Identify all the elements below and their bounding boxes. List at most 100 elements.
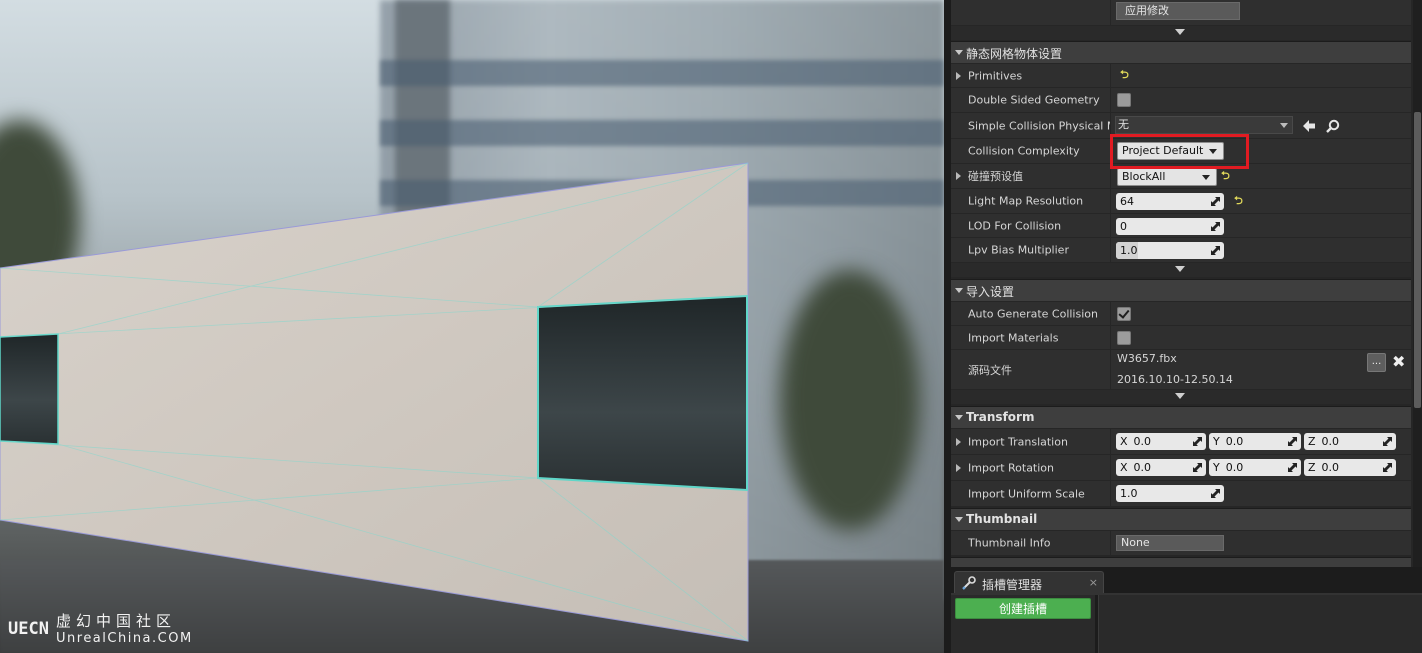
wall-window-right xyxy=(537,294,748,492)
drag-resize-icon xyxy=(1211,246,1220,255)
section-import-settings[interactable]: 导入设置 xyxy=(951,279,1411,301)
section-transform[interactable]: Transform xyxy=(951,406,1411,428)
apply-changes-button[interactable]: 应用修改 xyxy=(1116,2,1240,20)
axis-z-label: Z xyxy=(1308,461,1316,474)
row-import-materials: Import Materials xyxy=(951,326,1411,350)
details-scrollbar-thumb[interactable] xyxy=(1414,112,1421,408)
drag-resize-icon xyxy=(1193,437,1202,446)
row-lpv-bias: Lpv Bias Multiplier 1.0 xyxy=(951,238,1411,263)
row-import-translation: Import Translation X 0.0 Y 0.0 Z 0.0 xyxy=(951,429,1411,455)
translation-y-input[interactable]: Y 0.0 xyxy=(1209,433,1301,450)
chevron-down-icon xyxy=(1175,29,1185,35)
collision-preset-label: 碰撞预设值 xyxy=(968,170,1023,183)
chevron-down-icon xyxy=(1175,266,1185,272)
column-separator xyxy=(1110,326,1111,349)
collision-preset-dropdown[interactable]: BlockAll xyxy=(1117,168,1217,186)
lpv-bias-value: 1.0 xyxy=(1120,244,1138,257)
double-sided-checkbox[interactable] xyxy=(1117,93,1131,107)
section-static-mesh-settings[interactable]: 静态网格物体设置 xyxy=(951,41,1411,63)
section-title: 静态网格物体设置 xyxy=(966,47,1063,61)
section-thumbnail[interactable]: Thumbnail xyxy=(951,508,1411,530)
translation-x-input[interactable]: X 0.0 xyxy=(1116,433,1206,450)
browse-file-button[interactable]: ... xyxy=(1367,353,1386,372)
collapse-arrow-icon xyxy=(955,415,963,420)
axis-x-label: X xyxy=(1120,461,1128,474)
lod-collision-input[interactable]: 0 xyxy=(1116,218,1224,235)
axis-x-label: X xyxy=(1120,435,1128,448)
axis-y-label: Y xyxy=(1213,461,1220,474)
socket-icon xyxy=(962,576,976,590)
column-separator xyxy=(1110,238,1111,262)
reset-to-default-icon[interactable]: ⮌ xyxy=(1120,69,1130,80)
rotation-x-input[interactable]: X 0.0 xyxy=(1116,459,1206,476)
chevron-down-icon xyxy=(1280,123,1288,128)
source-file-name: W3657.fbx xyxy=(1117,352,1177,365)
expand-arrow-icon[interactable] xyxy=(956,437,961,446)
light-map-input[interactable]: 64 xyxy=(1116,193,1224,210)
row-import-uniform-scale: Import Uniform Scale 1.0 xyxy=(951,481,1411,507)
row-light-map-resolution: Light Map Resolution 64 ⮌ xyxy=(951,189,1411,214)
simple-collision-value: 无 xyxy=(1118,118,1129,131)
drag-resize-icon xyxy=(1383,437,1392,446)
section-collision-partial[interactable] xyxy=(951,557,1411,567)
section-title: 导入设置 xyxy=(966,285,1015,299)
rotation-y-input[interactable]: Y 0.0 xyxy=(1209,459,1301,476)
lod-collision-value: 0 xyxy=(1120,220,1127,233)
column-separator xyxy=(1110,88,1111,112)
rotation-z-input[interactable]: Z 0.0 xyxy=(1304,459,1396,476)
advanced-expander[interactable] xyxy=(951,390,1411,404)
reset-to-default-icon[interactable]: ⮌ xyxy=(1234,195,1244,206)
drag-resize-icon xyxy=(1211,222,1220,231)
simple-collision-dropdown[interactable]: 无 xyxy=(1115,116,1293,134)
watermark-cn: 虚幻中国社区 xyxy=(56,612,177,630)
column-separator xyxy=(1110,350,1111,389)
column-separator xyxy=(1110,189,1111,213)
section-title: Transform xyxy=(966,410,1035,424)
translation-z-input[interactable]: Z 0.0 xyxy=(1304,433,1396,450)
chevron-down-icon xyxy=(1202,175,1210,180)
section-title: Thumbnail xyxy=(966,512,1038,526)
double-sided-label: Double Sided Geometry xyxy=(968,93,1100,107)
advanced-expander[interactable] xyxy=(951,263,1411,277)
lpv-bias-slider[interactable]: 1.0 xyxy=(1116,242,1224,259)
uniform-scale-value: 1.0 xyxy=(1120,487,1138,500)
use-selected-arrow-icon[interactable] xyxy=(1301,118,1317,134)
collapse-arrow-icon xyxy=(955,50,963,55)
create-socket-button[interactable]: 创建插槽 xyxy=(955,598,1091,619)
thumbnail-info-dropdown[interactable]: None xyxy=(1116,535,1224,551)
axis-z-label: Z xyxy=(1308,435,1316,448)
drag-resize-icon xyxy=(1383,463,1392,472)
expand-arrow-icon[interactable] xyxy=(956,172,961,180)
row-import-rotation: Import Rotation X 0.0 Y 0.0 Z 0.0 xyxy=(951,455,1411,481)
wall-mesh[interactable] xyxy=(0,0,944,653)
tab-label: 插槽管理器 xyxy=(982,578,1043,592)
advanced-expander[interactable] xyxy=(951,26,1411,40)
expand-arrow-icon[interactable] xyxy=(956,463,961,472)
tab-socket-manager[interactable]: 插槽管理器 × xyxy=(954,571,1104,593)
row-primitives: Primitives ⮌ xyxy=(951,64,1411,88)
clear-file-icon[interactable]: ✖ xyxy=(1392,352,1405,371)
auto-collision-checkbox[interactable] xyxy=(1117,306,1131,321)
uniform-scale-input[interactable]: 1.0 xyxy=(1116,485,1224,502)
chevron-down-icon xyxy=(1175,393,1185,399)
source-file-date: 2016.10.10-12.50.14 xyxy=(1117,373,1233,386)
collision-preset-value: BlockAll xyxy=(1122,170,1166,183)
import-materials-checkbox[interactable] xyxy=(1117,330,1131,345)
socket-manager-panel: 插槽管理器 × 创建插槽 xyxy=(951,567,1422,653)
viewport[interactable]: UECN 虚幻中国社区 UnrealChina.COM xyxy=(0,0,944,653)
column-separator xyxy=(1110,302,1111,325)
column-separator xyxy=(1110,0,1111,25)
translation-z-value: 0.0 xyxy=(1321,435,1340,448)
browse-search-icon[interactable] xyxy=(1325,118,1341,134)
column-separator xyxy=(1110,531,1111,555)
light-map-label: Light Map Resolution xyxy=(968,194,1084,208)
translation-y-value: 0.0 xyxy=(1225,435,1244,448)
uecn-logo-icon: UECN xyxy=(8,619,48,639)
expand-arrow-icon[interactable] xyxy=(956,71,961,80)
panel-splitter[interactable] xyxy=(944,0,951,653)
drag-resize-icon xyxy=(1288,437,1297,446)
tab-close-icon[interactable]: × xyxy=(1089,576,1098,589)
details-panel: 应用修改 静态网格物体设置 Primitives ⮌ Double Sided … xyxy=(951,0,1422,567)
translation-x-value: 0.0 xyxy=(1133,435,1152,448)
reset-to-default-icon[interactable]: ⮌ xyxy=(1221,170,1231,181)
